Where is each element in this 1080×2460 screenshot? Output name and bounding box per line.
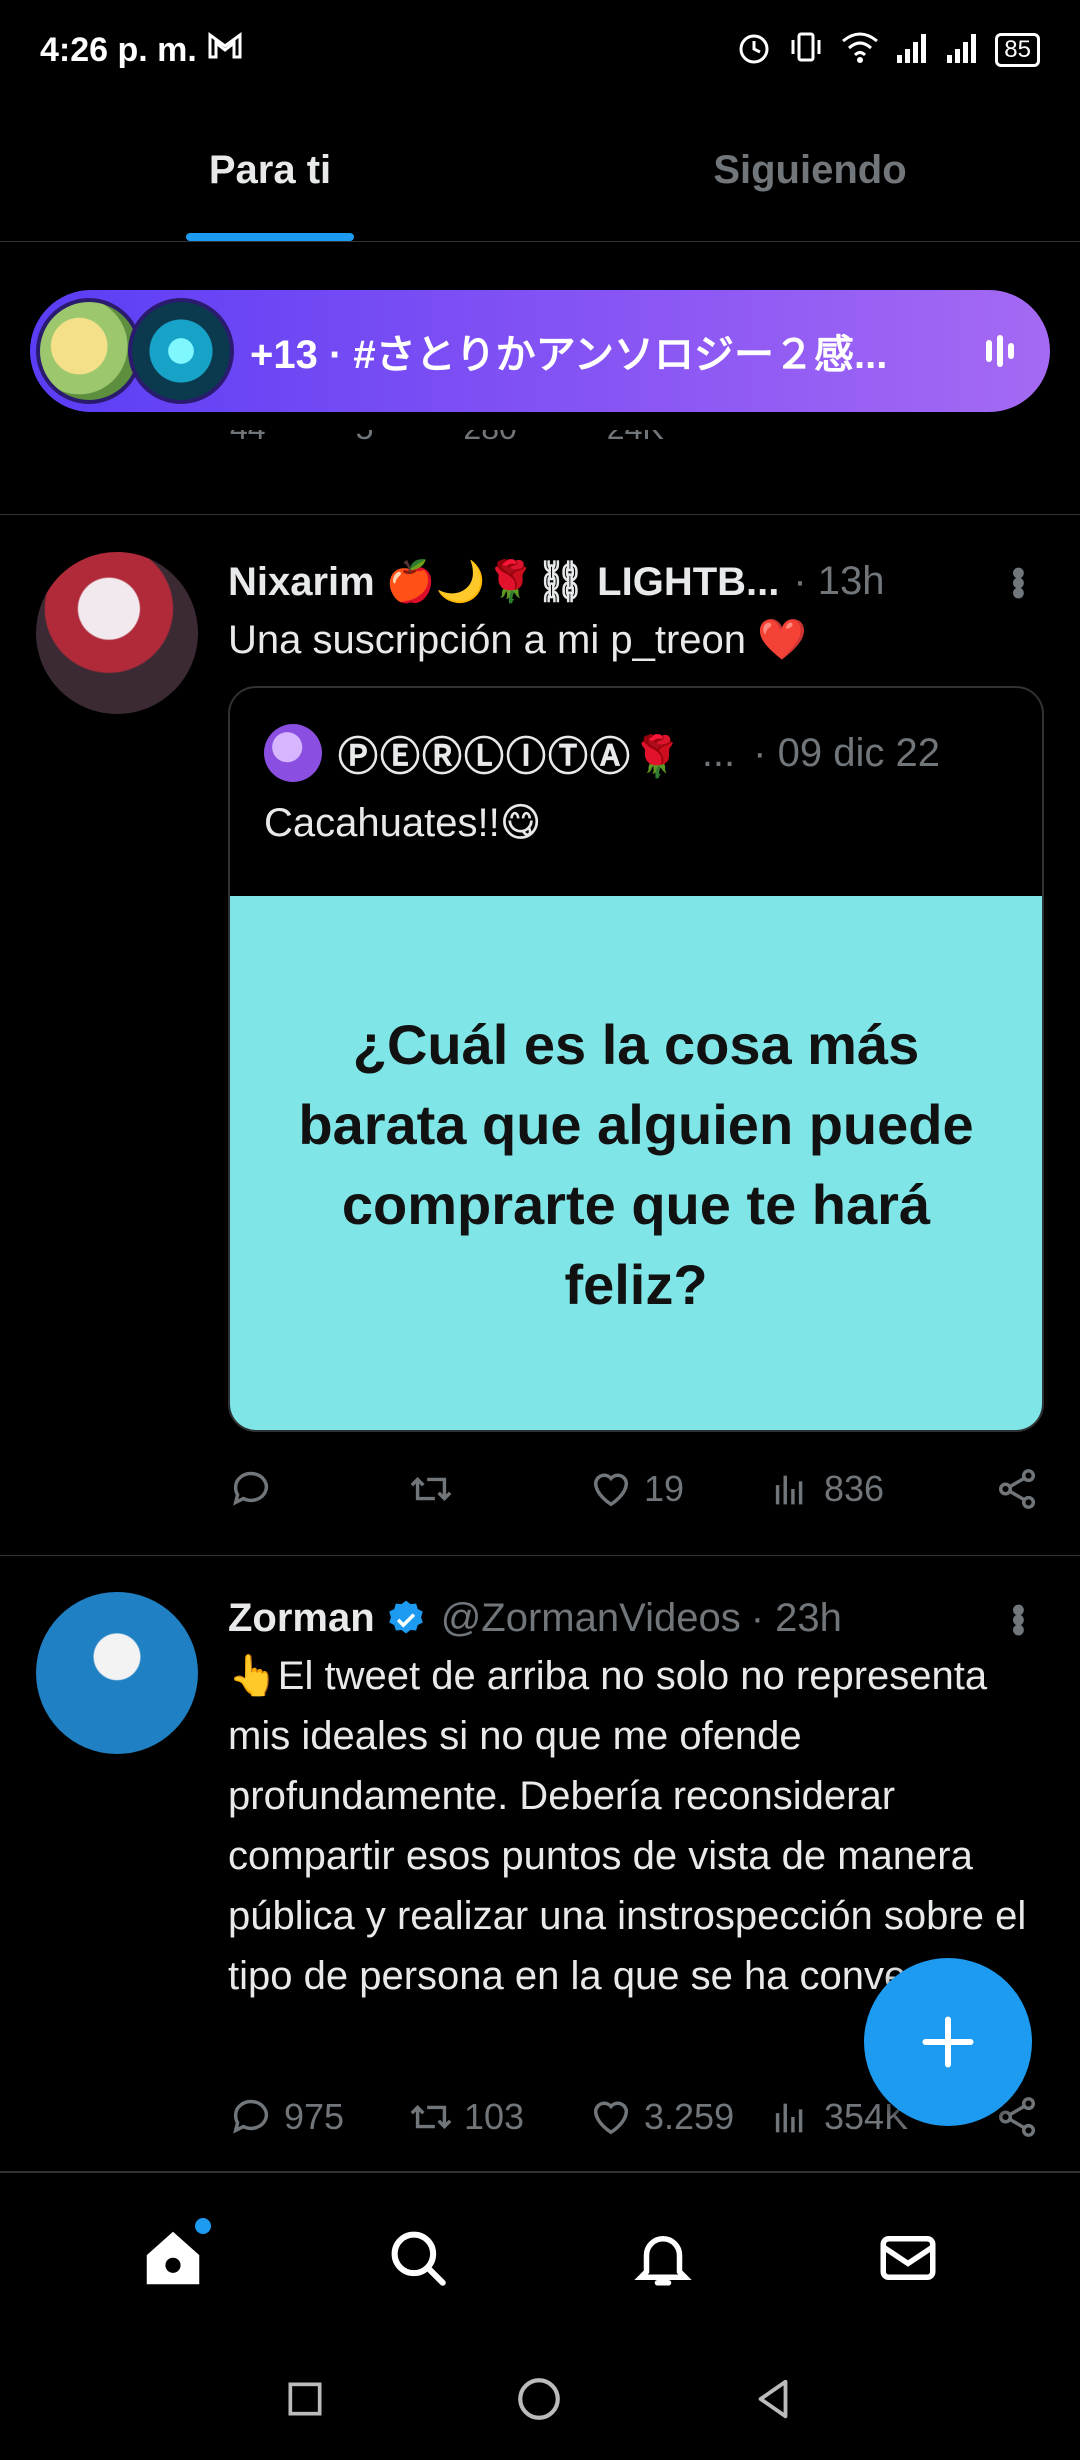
retweet-button[interactable] [408, 1466, 588, 1512]
tweet-text: Una suscripción a mi p_treon ❤️ [228, 618, 807, 662]
partial-retweet-count: 5 [356, 430, 374, 447]
partial-like-count: 280 [463, 430, 516, 447]
tweet-time: · 13h [793, 559, 885, 603]
quoted-ellipsis: ... [701, 730, 736, 775]
tweet-nixarim[interactable]: Nixarim 🍎🌙🌹⛓ LIGHTB... · 13h ••• Una sus… [0, 516, 1080, 1556]
author-handle[interactable]: @ZormanVideos [441, 1596, 741, 1641]
status-bar: 4:26 p. m. 85 [0, 0, 1080, 100]
quoted-author-name: ⓅⒺⓇⓁⒾⓉⒶ🌹 [338, 735, 684, 779]
status-time: 4:26 p. m. [40, 30, 197, 69]
quoted-tweet-header: ⓅⒺⓇⓁⒾⓉⒶ🌹 ... · 09 dic 22 [264, 724, 1018, 782]
verified-badge-icon [385, 1598, 427, 1640]
tweet-header: Zorman @ZormanVideos · 23h ••• [228, 1596, 1040, 1641]
retweet-icon [410, 1476, 452, 1502]
retweet-icon [410, 2104, 452, 2130]
signal-icon-2 [945, 31, 981, 70]
gmail-icon [207, 31, 243, 69]
tweet-time: · 23h [750, 1596, 842, 1640]
notification-dot [194, 2217, 211, 2234]
reply-icon [233, 1471, 269, 1506]
tab-para-ti-label: Para ti [208, 148, 332, 192]
nav-search[interactable] [378, 2218, 458, 2298]
mail-icon [880, 2235, 935, 2280]
like-button[interactable]: 3.259 [588, 2094, 768, 2140]
back-icon[interactable] [751, 2376, 797, 2427]
tab-siguiendo[interactable]: Siguiendo [540, 100, 1080, 241]
view-count: 836 [824, 1468, 885, 1509]
wifi-icon [839, 29, 881, 72]
space-title: +13 · #さとりかアンソロジー２感... [250, 333, 888, 377]
home-icon [146, 2231, 199, 2284]
vibrate-icon [787, 28, 825, 73]
timeline-tabs: Para ti Siguiendo [0, 100, 1080, 242]
plus-icon [922, 2016, 974, 2068]
avatar[interactable] [36, 552, 198, 714]
bottom-navigation [0, 2172, 1080, 2342]
more-options-icon[interactable]: ••• [995, 566, 1040, 596]
tab-siguiendo-label: Siguiendo [713, 148, 907, 192]
compose-tweet-button[interactable] [864, 1958, 1032, 2126]
status-icons: 85 [735, 28, 1040, 73]
partial-reply-count: 44 [230, 430, 266, 447]
avatar [264, 724, 322, 782]
tab-para-ti[interactable]: Para ti [0, 100, 540, 241]
reply-button[interactable] [228, 1466, 408, 1512]
bell-icon [633, 2235, 692, 2285]
previous-tweet-actions: 44 5 280 24K [0, 430, 1080, 515]
share-button[interactable] [994, 1466, 1040, 1512]
tweet-header: Nixarim 🍎🌙🌹⛓ LIGHTB... · 13h ••• [228, 558, 1040, 605]
avatar[interactable] [36, 1592, 198, 1754]
reply-count: 975 [284, 2096, 345, 2137]
like-count: 3.259 [644, 2096, 735, 2137]
reply-button[interactable]: 975 [228, 2094, 408, 2140]
quoted-image-text: ¿Cuál es la cosa más barata que alguien … [298, 1013, 974, 1316]
more-options-icon[interactable]: ••• [995, 1603, 1040, 1633]
retweet-button[interactable]: 103 [408, 2094, 588, 2140]
quoted-tweet[interactable]: ⓅⒺⓇⓁⒾⓉⒶ🌹 ... · 09 dic 22 Cacahuates!!😋 ¿… [228, 686, 1044, 1432]
tweet-actions: 19 836 [228, 1466, 1040, 1512]
share-icon [998, 1469, 1036, 1509]
recents-icon[interactable] [283, 2377, 327, 2426]
author-name[interactable]: Zorman [228, 1596, 375, 1641]
audio-wave-icon [986, 335, 1014, 367]
home-circle-icon[interactable] [514, 2374, 564, 2429]
nav-home[interactable] [133, 2217, 213, 2298]
heart-icon [593, 1473, 629, 1507]
quoted-date: · 09 dic 22 [753, 730, 940, 775]
like-count: 19 [644, 1468, 685, 1509]
battery-indicator: 85 [995, 33, 1040, 67]
heart-icon [593, 2101, 629, 2135]
alarm-icon [735, 28, 773, 73]
search-icon [391, 2231, 446, 2286]
views-icon [775, 2103, 803, 2133]
signal-icon-1 [895, 31, 931, 70]
space-host-avatar-2 [128, 298, 234, 404]
views-button[interactable]: 836 [768, 1466, 948, 1512]
views-icon [775, 1475, 803, 1505]
nav-notifications[interactable] [623, 2218, 703, 2298]
active-tab-indicator [186, 233, 354, 241]
quoted-text: Cacahuates!!😋 [264, 801, 542, 845]
like-button[interactable]: 19 [588, 1466, 768, 1512]
space-host-avatar [36, 298, 142, 404]
quoted-image[interactable]: ¿Cuál es la cosa más barata que alguien … [230, 896, 1042, 1430]
system-navigation-bar [0, 2342, 1080, 2460]
tweet-text: 👆El tweet de arriba no solo no represent… [228, 1654, 1027, 1998]
author-name[interactable]: Nixarim 🍎🌙🌹⛓ LIGHTB... [228, 558, 779, 605]
retweet-count: 103 [464, 2096, 525, 2137]
reply-icon [233, 2099, 269, 2134]
live-space-banner[interactable]: +13 · #さとりかアンソロジー２感... [30, 290, 1050, 412]
partial-view-count: 24K [607, 430, 664, 447]
nav-messages[interactable] [868, 2218, 948, 2298]
